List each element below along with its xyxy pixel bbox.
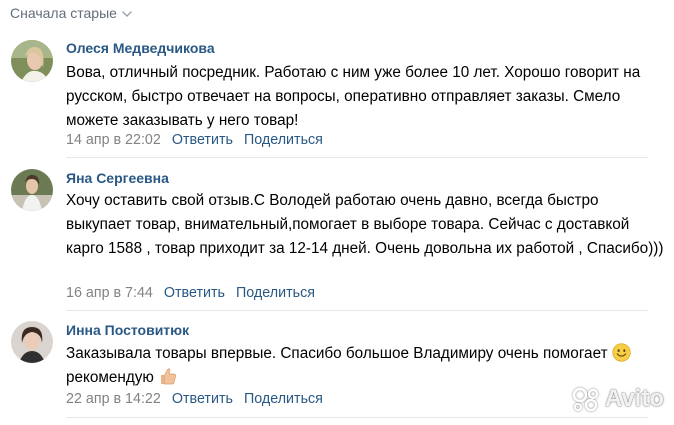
watermark-text: Avito	[604, 385, 664, 412]
chevron-down-icon	[122, 11, 132, 17]
share-button[interactable]: Поделиться	[244, 391, 323, 407]
comment-text-part: рекомендую	[66, 369, 154, 386]
avito-watermark: Avito	[571, 385, 664, 413]
reply-button[interactable]: Ответить	[164, 285, 225, 301]
comment-date[interactable]: 14 апр в 22:02	[66, 132, 161, 148]
comment-meta: 22 апр в 14:22 Ответить Поделиться	[66, 391, 323, 407]
smile-emoji-icon	[612, 343, 631, 362]
comment-text: Хочу оставить свой отзыв.С Володей работ…	[66, 192, 664, 257]
comment-meta: 14 апр в 22:02 Ответить Поделиться	[66, 132, 323, 148]
avatar[interactable]	[11, 169, 53, 211]
reply-button[interactable]: Ответить	[172, 132, 233, 148]
share-button[interactable]: Поделиться	[236, 285, 315, 301]
sort-order-dropdown[interactable]: Сначала старые	[10, 5, 132, 21]
avito-logo-icon	[572, 387, 598, 412]
comment-author[interactable]: Инна Постовитюк	[66, 322, 189, 338]
comment-author[interactable]: Олеся Медведчикова	[66, 40, 215, 56]
comment-text: Заказывала товары впервые. Спасибо больш…	[66, 342, 666, 390]
comment-text-part: Заказывала товары впервые. Спасибо больш…	[66, 345, 608, 362]
comment-author[interactable]: Яна Сергеевна	[66, 170, 169, 186]
avatar[interactable]	[11, 321, 53, 363]
comment-text: Вова, отличный посредник. Работаю с ним …	[66, 64, 641, 129]
separator	[66, 417, 648, 418]
thumbs-up-emoji-icon	[161, 368, 177, 385]
reply-button[interactable]: Ответить	[172, 391, 233, 407]
comment-meta: 16 апр в 7:44 Ответить Поделиться	[66, 285, 315, 301]
separator	[66, 157, 648, 158]
avatar[interactable]	[11, 40, 53, 82]
share-button[interactable]: Поделиться	[244, 132, 323, 148]
separator	[66, 310, 648, 311]
comment-date[interactable]: 16 апр в 7:44	[66, 285, 153, 301]
sort-order-label: Сначала старые	[10, 5, 117, 21]
comment-date[interactable]: 22 апр в 14:22	[66, 391, 161, 407]
